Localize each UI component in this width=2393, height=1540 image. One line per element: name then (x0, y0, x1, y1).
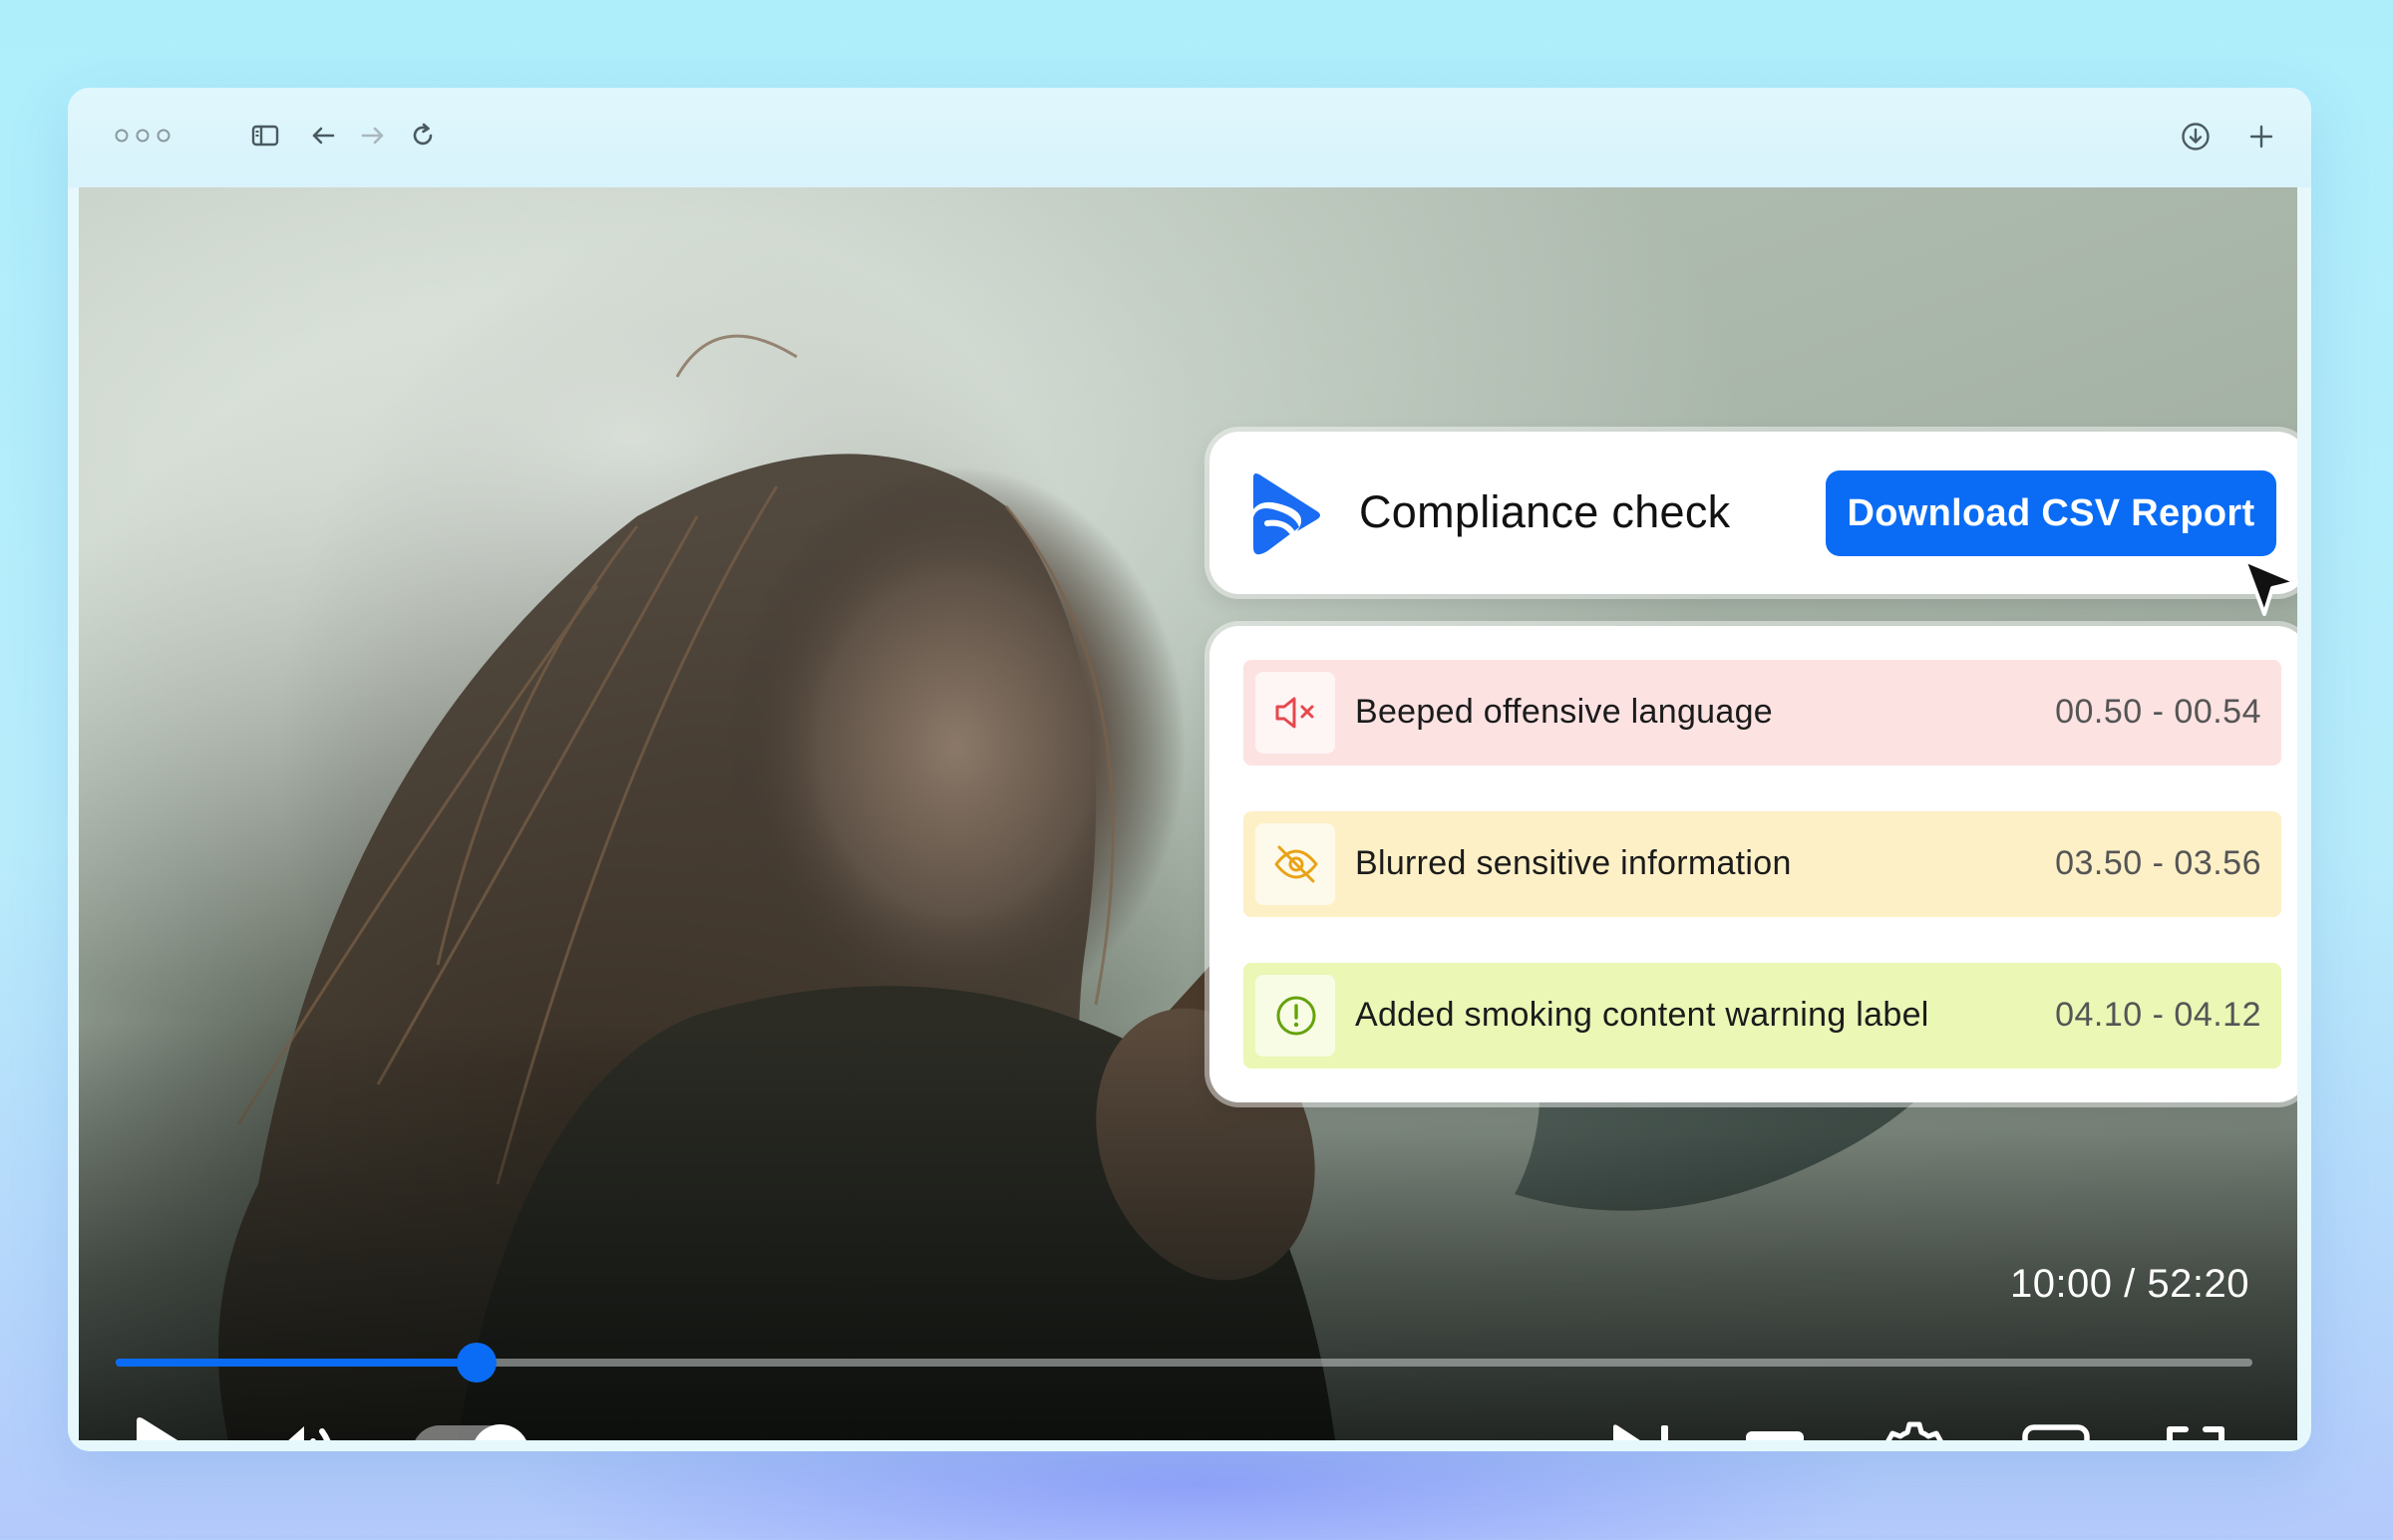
brand-logo-icon (1253, 473, 1320, 555)
skip-next-button[interactable] (1609, 1423, 1673, 1440)
skip-next-icon (1613, 1424, 1668, 1440)
download-icon[interactable] (2180, 121, 2212, 153)
time-readout: 10:00 / 52:20 (2009, 1262, 2249, 1306)
subtitles-button[interactable] (1744, 1429, 1806, 1440)
back-arrow-icon[interactable] (309, 124, 337, 148)
settings-gear-icon (1885, 1421, 1943, 1440)
play-icon (137, 1417, 178, 1440)
miniplayer-icon (2022, 1424, 2090, 1440)
download-csv-report-button[interactable]: Download CSV Report (1826, 470, 2276, 556)
compliance-events-card: Beeped offensive language 00.50 - 00.54 … (1209, 626, 2297, 1102)
event-row-offensive-language[interactable]: Beeped offensive language 00.50 - 00.54 (1243, 660, 2281, 766)
progress-bar[interactable] (116, 1343, 2252, 1383)
event-label: Added smoking content warning label (1355, 996, 1929, 1034)
volume-icon (288, 1426, 331, 1440)
event-row-smoking-warning[interactable]: Added smoking content warning label 04.1… (1243, 963, 2281, 1069)
reload-icon[interactable] (409, 122, 437, 150)
miniplayer-button[interactable] (2021, 1423, 2091, 1440)
play-button[interactable] (131, 1415, 196, 1440)
subtitles-icon (1746, 1431, 1804, 1440)
mouse-cursor-icon (2242, 558, 2298, 616)
event-time-range: 03.50 - 03.56 (2055, 844, 2261, 882)
event-label: Blurred sensitive information (1355, 844, 1792, 882)
settings-button[interactable] (1880, 1420, 1948, 1440)
video-player[interactable]: Compliance check Download CSV Report Bee… (79, 187, 2297, 1440)
progress-fill (116, 1359, 478, 1367)
forward-arrow-icon[interactable] (359, 124, 387, 148)
compliance-header-card: Compliance check Download CSV Report (1209, 432, 2297, 594)
autoplay-toggle[interactable] (412, 1424, 529, 1440)
volume-button[interactable] (268, 1419, 340, 1440)
alert-circle-icon (1276, 996, 1316, 1036)
browser-toolbar (68, 88, 2311, 187)
new-tab-plus-icon[interactable] (2247, 123, 2275, 151)
window-controls[interactable] (114, 126, 173, 146)
event-time-range: 00.50 - 00.54 (2055, 693, 2261, 731)
progress-scrubber-handle[interactable] (457, 1343, 498, 1383)
eye-off-icon (1274, 845, 1318, 883)
event-row-sensitive-information[interactable]: Blurred sensitive information 03.50 - 03… (1243, 811, 2281, 917)
fullscreen-icon (2167, 1426, 2224, 1440)
event-time-range: 04.10 - 04.12 (2055, 996, 2261, 1034)
compliance-title: Compliance check (1359, 486, 1731, 537)
event-label: Beeped offensive language (1355, 693, 1774, 731)
fullscreen-button[interactable] (2166, 1425, 2225, 1440)
sidebar-icon[interactable] (251, 124, 279, 148)
muted-speaker-icon (1275, 697, 1314, 729)
browser-window: Compliance check Download CSV Report Bee… (68, 88, 2311, 1451)
